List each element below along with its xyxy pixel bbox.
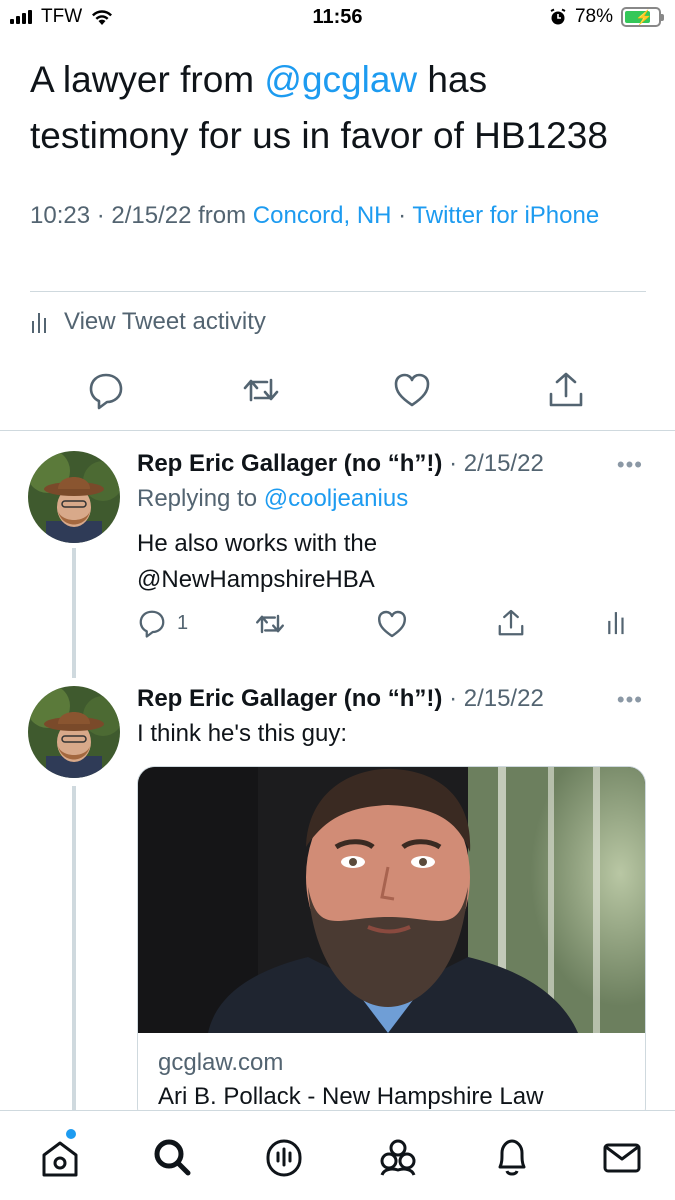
reply-icon [139,610,165,638]
author-name[interactable]: Rep Eric Gallager (no “h”!) [137,685,442,712]
status-bar: TFW 11:56 78% ⚡ [0,0,675,36]
reply-actions: 1 [0,608,675,644]
retweet-icon [256,614,284,634]
home-icon[interactable] [38,1135,82,1179]
notification-dot [66,1129,76,1139]
tweet-text-start: A lawyer from [30,59,265,100]
thread-line [72,786,76,1110]
replying-prefix: Replying to [137,485,264,512]
share-icon[interactable] [546,370,586,410]
avatar[interactable] [28,451,120,543]
tweet-actions [0,370,675,414]
tweet-body: A lawyer from @gcglaw has testimony for … [30,52,650,164]
notifications-icon[interactable] [490,1135,534,1179]
tweet-timestamp: 10:23 · 2/15/22 from [30,202,253,229]
retweet-icon[interactable] [241,370,281,410]
author-name[interactable]: Rep Eric Gallager (no “h”!) [137,450,442,477]
divider [30,291,646,292]
communities-icon[interactable] [376,1135,420,1179]
analytics-icon [32,313,46,333]
card-domain: gcglaw.com [158,1049,284,1076]
reply-mention-link[interactable]: @NewHampshireHBA [137,562,375,598]
card-title: Ari B. Pollack - New Hampshire Law [158,1083,544,1110]
reply-count: 1 [177,611,189,634]
reply-date: · 2/15/22 [449,450,544,477]
reply-button[interactable]: 1 [137,608,188,638]
battery-percent: 78% [574,6,613,27]
activity-label: View Tweet activity [64,308,266,335]
view-tweet-activity[interactable]: View Tweet activity [30,308,266,336]
share-icon [498,609,524,636]
reply-text: I think he's this guy: [137,720,348,747]
battery-icon: ⚡ [621,7,664,27]
like-button[interactable] [376,608,408,640]
meta-separator: · [391,202,413,229]
location-link[interactable]: Concord, NH [253,202,392,229]
divider [0,430,675,431]
more-options-icon[interactable]: ••• [617,452,643,478]
reply-text: He also works with the [137,530,378,557]
avatar[interactable] [28,686,120,778]
more-options-icon[interactable]: ••• [617,687,643,713]
status-right: 78% ⚡ [549,6,664,28]
like-icon[interactable] [392,370,432,410]
analytics-icon [608,612,624,635]
reply-date: · 2/15/22 [449,685,544,712]
replying-mention[interactable]: @cooljeanius [264,485,408,512]
tab-bar [0,1110,675,1200]
tweet-meta: 10:23 · 2/15/22 from Concord, NH · Twitt… [30,198,630,234]
share-button[interactable] [496,608,526,638]
reply-icon[interactable] [86,370,126,410]
reply-author[interactable]: Rep Eric Gallager (no “h”!) · 2/15/22 [137,685,544,713]
analytics-button[interactable] [606,608,628,636]
link-card[interactable]: gcglaw.com Ari B. Pollack - New Hampshir… [137,766,646,1126]
card-image [138,767,645,1033]
like-icon [378,610,406,638]
search-icon[interactable] [150,1135,194,1179]
messages-icon[interactable] [600,1135,644,1179]
alarm-icon [550,8,566,25]
reply-author[interactable]: Rep Eric Gallager (no “h”!) · 2/15/22 [137,450,544,478]
source-link[interactable]: Twitter for iPhone [412,202,599,229]
spaces-icon[interactable] [262,1135,306,1179]
retweet-button[interactable] [254,608,286,640]
replying-to: Replying to @cooljeanius [137,481,408,517]
mention-link[interactable]: @gcglaw [264,59,417,100]
